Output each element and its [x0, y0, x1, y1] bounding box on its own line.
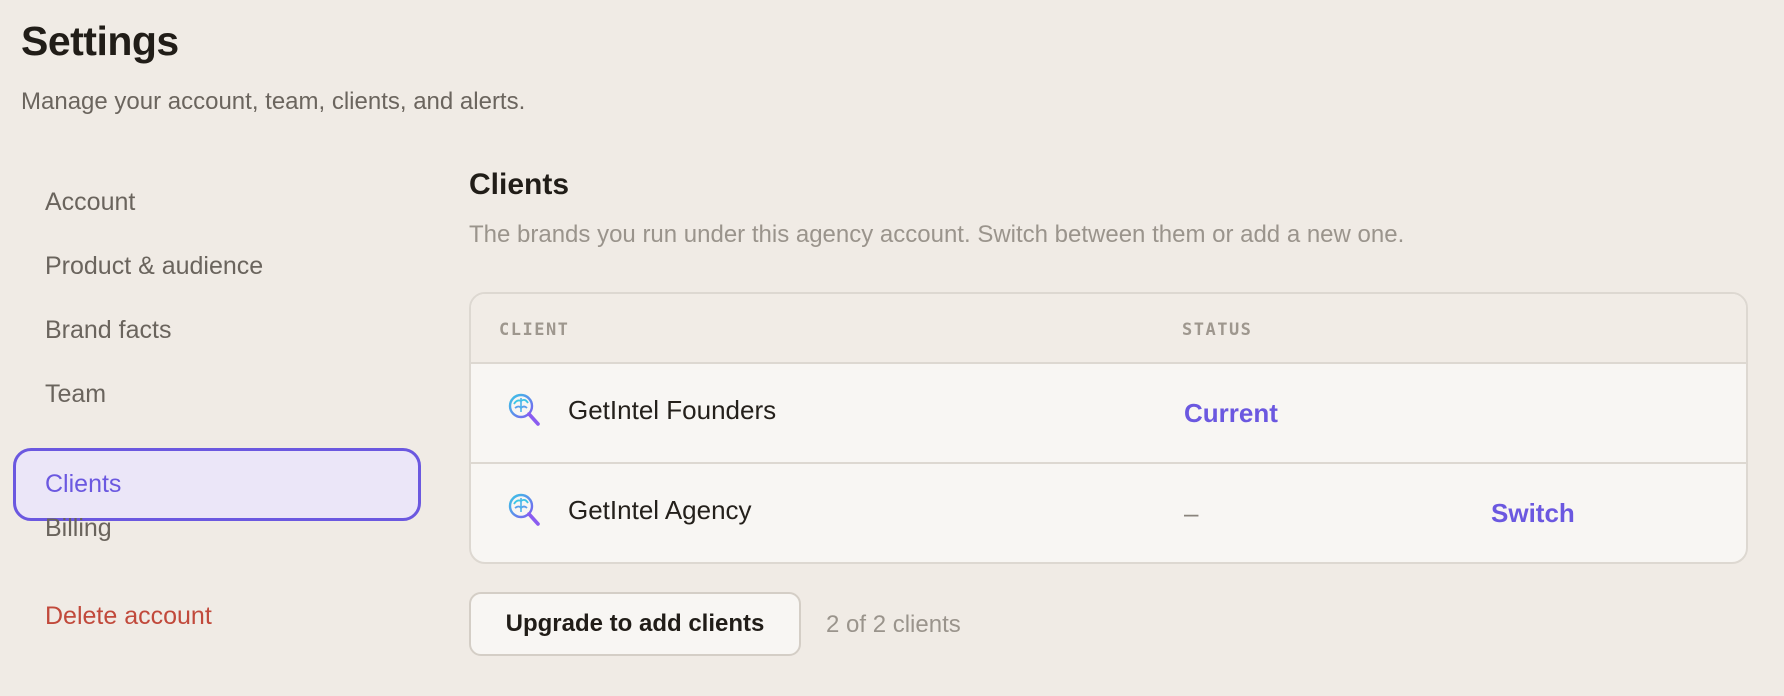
client-name: GetIntel Agency	[568, 495, 752, 525]
clients-section-title: Clients	[469, 168, 570, 201]
clients-table-header: CLIENT STATUS	[471, 294, 1746, 364]
clients-section-description: The brands you run under this agency acc…	[469, 221, 1405, 248]
brain-search-icon	[507, 492, 541, 528]
brain-search-icon	[507, 392, 541, 428]
column-header-client: CLIENT	[499, 320, 570, 340]
sidebar-item-account[interactable]: Account	[13, 166, 421, 239]
sidebar-item-brand-facts[interactable]: Brand facts	[13, 294, 421, 367]
column-header-status: STATUS	[1182, 320, 1253, 340]
switch-client-button[interactable]: Switch	[1491, 498, 1575, 529]
sidebar-item-billing[interactable]: Billing	[13, 492, 421, 565]
page-title: Settings	[21, 18, 179, 64]
status-text: –	[1184, 498, 1199, 528]
upgrade-to-add-clients-button[interactable]: Upgrade to add clients	[469, 592, 801, 656]
clients-table: CLIENT STATUS GetIntel Founders Current …	[469, 292, 1748, 564]
client-name: GetIntel Founders	[568, 395, 777, 425]
page-subtitle: Manage your account, team, clients, and …	[21, 88, 526, 115]
table-row: GetIntel Agency – Switch	[471, 464, 1746, 562]
client-count: 2 of 2 clients	[826, 611, 961, 638]
settings-page: Settings Manage your account, team, clie…	[0, 0, 1784, 696]
delete-account-link[interactable]: Delete account	[13, 580, 421, 653]
status-badge: Current	[1184, 398, 1278, 428]
sidebar-item-team[interactable]: Team	[13, 358, 421, 431]
sidebar-item-product-audience[interactable]: Product & audience	[13, 230, 421, 303]
table-row: GetIntel Founders Current	[471, 364, 1746, 464]
